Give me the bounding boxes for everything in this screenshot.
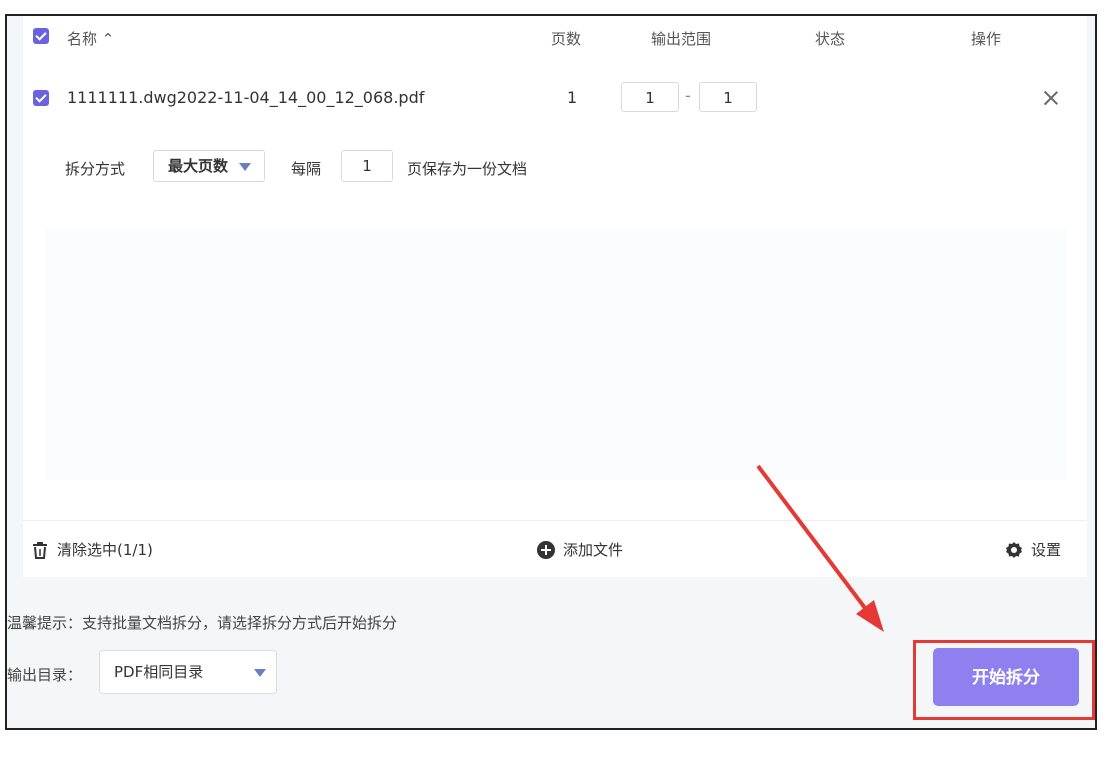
arrow-annotation — [756, 464, 884, 632]
arrow-shaft — [756, 464, 870, 614]
